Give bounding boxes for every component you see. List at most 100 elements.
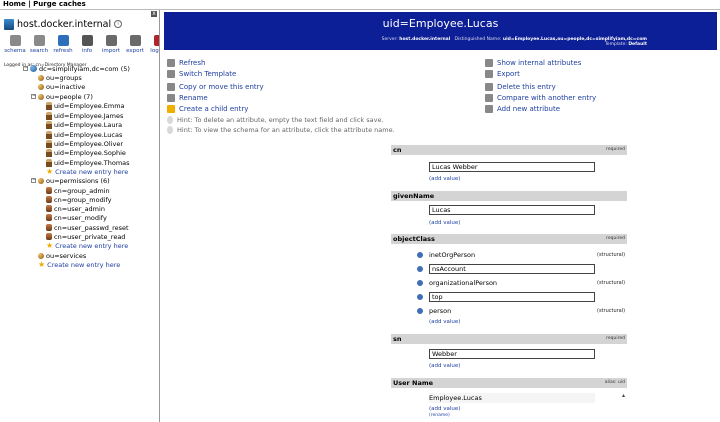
tool-logout[interactable]: logout [148,35,159,54]
tree-node-label[interactable]: uid=Employee.Laura [54,121,122,129]
action-add-attribute[interactable]: Add new attribute [485,104,560,113]
attr-username-name[interactable]: User Name [393,379,433,387]
tree-node[interactable]: ou=services [38,251,86,260]
tree-node-label[interactable]: uid=Employee.James [54,112,123,120]
action-switch-template[interactable]: Switch Template [167,69,236,78]
tree-node-label[interactable]: cn=group_admin [54,187,110,195]
tree-node[interactable]: cn=group_modify [46,195,112,204]
tree-node[interactable]: cn=user_private_read [46,232,125,241]
username-value[interactable]: Employee.Lucas [429,393,595,403]
sn-add-value-link[interactable]: (add value) [429,363,460,369]
action-star[interactable]: Create a child entry [167,104,248,113]
tree-node[interactable]: cn=group_admin [46,186,110,195]
action-compare[interactable]: Compare with another entry [485,93,596,102]
username-add-value-link[interactable]: (add value) [429,406,460,412]
copy-icon [167,82,175,91]
create-entry-link[interactable]: ★ Create new entry here [46,241,128,250]
action-refresh[interactable]: Refresh [167,58,205,67]
action-copy[interactable]: Copy or move this entry [167,82,264,91]
tree-node-label[interactable]: ou=services [46,252,86,260]
tree-node[interactable]: − dc=simplifyiam,dc=com (5) [23,64,130,73]
info-icon[interactable] [417,266,423,272]
tree-node-label[interactable]: cn=user_admin [54,205,105,213]
info-icon[interactable] [417,252,423,258]
tree-node[interactable]: cn=user_passwd_reset [46,223,129,232]
tree-node-label[interactable]: ou=inactive [46,83,85,91]
objectclass-value[interactable]: nsAccount [429,264,595,274]
collapse-toggle-icon[interactable]: − [23,66,28,71]
tree-node-label[interactable]: dc=simplifyiam,dc=com (5) [39,65,130,73]
tree-node-label[interactable]: cn=user_private_read [54,233,125,241]
action-scissors[interactable]: Show internal attributes [485,58,581,67]
attr-sn-name[interactable]: sn [393,335,402,343]
tree-node[interactable]: cn=user_modify [46,213,107,222]
user-icon [46,158,52,167]
attr-givenname-name[interactable]: givenName [393,192,434,200]
logout-icon [153,35,159,46]
tree-node[interactable]: uid=Employee.Laura [46,120,122,129]
tree-node[interactable]: − ou=people (7) [31,92,93,101]
tree-node-label[interactable]: ou=groups [46,74,82,82]
purge-caches-link[interactable]: Purge caches [33,0,86,8]
tree-node-label[interactable]: cn=group_modify [54,196,112,204]
create-entry-link[interactable]: ★ Create new entry here [38,260,120,269]
tool-info[interactable]: info [76,35,98,54]
cn-add-value-link[interactable]: (add value) [429,176,460,182]
create-entry-link[interactable]: ★ Create new entry here [46,167,128,176]
tool-export[interactable]: export [124,35,146,54]
tool-search[interactable]: search [28,35,50,54]
action-rename[interactable]: Rename [167,93,208,102]
tool-schema[interactable]: schema [4,35,26,54]
tree-node-label[interactable]: ou=people (7) [46,93,93,101]
refresh-icon [57,35,69,46]
attr-objectclass-name[interactable]: objectClass [393,235,435,243]
tree-node-label[interactable]: cn=user_passwd_reset [54,224,129,232]
action-export[interactable]: Export [485,69,520,78]
structural-label: (structural) [597,280,626,286]
tree-node[interactable]: ou=groups [38,73,82,82]
tree-node[interactable]: ou=inactive [38,82,85,91]
tree-node[interactable]: uid=Employee.James [46,111,123,120]
tree-node[interactable]: − ou=permissions (6) [31,176,110,185]
tree-node-label[interactable]: Create new entry here [47,261,120,269]
tool-refresh[interactable]: refresh [52,35,74,54]
collapse-toggle-icon[interactable]: − [31,94,36,99]
tree-node[interactable]: uid=Employee.Oliver [46,139,123,148]
info-icon[interactable] [417,308,423,314]
tree-node[interactable]: uid=Employee.Emma [46,101,125,110]
info-icon[interactable] [417,280,423,286]
close-icon[interactable]: x [151,11,157,17]
home-link[interactable]: Home [3,0,26,8]
server-name[interactable]: host.docker.internal [17,19,111,30]
info-icon[interactable] [417,294,423,300]
tree-node-label[interactable]: uid=Employee.Sophie [54,149,126,157]
tree-node-label[interactable]: Create new entry here [55,168,128,176]
tool-import[interactable]: import [100,35,122,54]
tree-node-label[interactable]: uid=Employee.Emma [54,102,125,110]
group-icon [46,205,52,212]
server-info-icon[interactable]: i [114,20,123,28]
tree-node-label[interactable]: uid=Employee.Oliver [54,140,123,148]
tree-node[interactable]: uid=Employee.Thomas [46,158,130,167]
tree-node[interactable]: uid=Employee.Lucas [46,130,122,139]
collapse-toggle-icon[interactable]: − [31,178,36,183]
tree-node-label[interactable]: uid=Employee.Thomas [54,159,130,167]
tree-node-label[interactable]: Create new entry here [55,242,128,250]
givenname-input[interactable]: Lucas [429,205,595,215]
tree-node[interactable]: cn=user_admin [46,204,105,213]
attr-cn-name[interactable]: cn [393,146,401,154]
action-delete[interactable]: Delete this entry [485,82,556,91]
cn-input[interactable]: Lucas Webber [429,162,595,172]
action-label: Add new attribute [497,104,561,113]
tree-node-label[interactable]: ou=permissions (6) [46,177,110,185]
objectclass-value[interactable]: top [429,292,595,302]
server-value: host.docker.internal [399,37,451,42]
tree-node-label[interactable]: cn=user_modify [54,214,107,222]
givenname-add-value-link[interactable]: (add value) [429,220,460,226]
tree-node-label[interactable]: uid=Employee.Lucas [54,131,122,139]
objectclass-add-value-link[interactable]: (add value) [429,319,460,325]
scroll-up-icon[interactable]: ▴ [622,392,625,399]
tree-node[interactable]: uid=Employee.Sophie [46,148,126,157]
rename-link[interactable]: (rename) [429,413,450,418]
sn-input[interactable]: Webber [429,349,595,359]
